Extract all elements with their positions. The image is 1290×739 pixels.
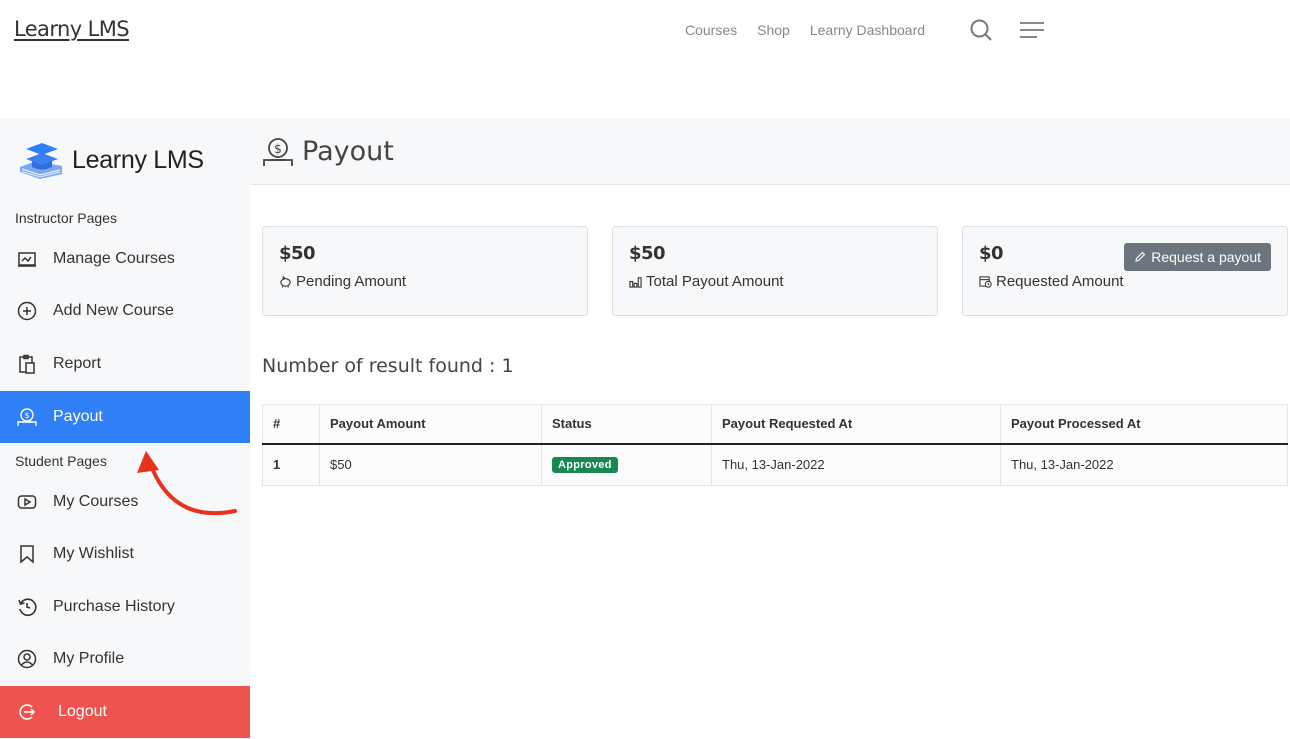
cell-amount: $50 [319, 443, 542, 486]
history-icon [18, 598, 37, 617]
card-label-text: Pending Amount [296, 273, 407, 290]
calendar-clock-icon [979, 276, 992, 288]
card-label-text: Total Payout Amount [646, 273, 784, 290]
column-header-requested-at: Payout Requested At [711, 404, 1001, 445]
nav-link-shop[interactable]: Shop [757, 22, 790, 38]
top-nav: Courses Shop Learny Dashboard [685, 22, 925, 38]
result-count: Number of result found : 1 [262, 355, 514, 377]
top-navbar: Learny LMS Courses Shop Learny Dashboard [0, 0, 1290, 119]
sidebar-item-my-profile[interactable]: My Profile [0, 633, 250, 685]
site-logo-link[interactable]: Learny LMS [14, 17, 130, 41]
sidebar-item-label: My Courses [53, 493, 139, 510]
cell-processed-at: Thu, 13-Jan-2022 [1000, 443, 1288, 486]
sidebar-item-manage-courses[interactable]: Manage Courses [0, 233, 250, 285]
chart-board-icon [18, 252, 36, 267]
page-title: Payout [302, 136, 394, 167]
user-circle-icon [17, 649, 37, 669]
sidebar-item-payout[interactable]: $ Payout [0, 391, 250, 443]
main-content: $ Payout $50 Pending Amount $50 Total Pa… [250, 119, 1290, 739]
graduation-cap-logo-icon [20, 143, 62, 179]
column-header-processed-at: Payout Processed At [1000, 404, 1288, 445]
total-payout-label: Total Payout Amount [629, 273, 921, 290]
piggy-bank-icon [280, 275, 291, 288]
cell-number: 1 [262, 443, 320, 486]
nav-link-courses[interactable]: Courses [685, 22, 737, 38]
sidebar-item-label: Payout [53, 408, 103, 425]
svg-text:$: $ [24, 411, 29, 420]
pending-amount-label: Pending Amount [279, 273, 571, 290]
page-header: $ Payout [250, 119, 1290, 185]
svg-text:$: $ [274, 142, 282, 156]
column-header-payout-amount: Payout Amount [319, 404, 542, 445]
instructor-pages-label: Instructor Pages [15, 210, 117, 226]
status-badge: Approved [552, 457, 618, 474]
sidebar-item-my-wishlist[interactable]: My Wishlist [0, 528, 250, 580]
sidebar-item-label: Report [53, 355, 102, 372]
sidebar: Learny LMS Instructor Pages Manage Cours… [0, 119, 250, 739]
sidebar-item-add-new-course[interactable]: Add New Course [0, 285, 250, 337]
requested-amount-label: Requested Amount [979, 273, 1271, 290]
request-payout-button[interactable]: Request a payout [1124, 243, 1271, 271]
requested-amount-card: $0 Requested Amount Request a payout [962, 226, 1288, 316]
payout-icon: $ [17, 408, 37, 426]
cell-requested-at: Thu, 13-Jan-2022 [711, 443, 1001, 486]
sidebar-item-logout[interactable]: Logout [0, 686, 250, 738]
column-header-status: Status [541, 404, 712, 445]
sidebar-item-label: Add New Course [53, 302, 174, 319]
sidebar-item-report[interactable]: Report [0, 338, 250, 390]
column-header-number: # [262, 404, 320, 445]
play-icon [17, 495, 37, 509]
clipboard-icon [19, 354, 35, 374]
nav-link-dashboard[interactable]: Learny Dashboard [810, 22, 925, 38]
menu-icon[interactable] [1020, 21, 1044, 39]
pending-amount-value: $50 [279, 243, 316, 264]
sidebar-item-label: Logout [58, 703, 107, 720]
pending-amount-card: $50 Pending Amount [262, 226, 588, 316]
sidebar-brand[interactable]: Learny LMS [18, 141, 204, 179]
payout-icon: $ [263, 137, 293, 166]
sidebar-item-my-courses[interactable]: My Courses [0, 476, 250, 528]
sidebar-item-label: Purchase History [53, 598, 175, 615]
total-payout-card: $50 Total Payout Amount [612, 226, 938, 316]
request-payout-label: Request a payout [1151, 249, 1261, 265]
search-icon[interactable] [969, 18, 993, 42]
sidebar-item-purchase-history[interactable]: Purchase History [0, 581, 250, 633]
table-header-row: # Payout Amount Status Payout Requested … [262, 404, 1288, 445]
total-payout-value: $50 [629, 243, 666, 264]
bar-chart-icon [629, 277, 642, 288]
plus-circle-icon [17, 301, 37, 321]
logout-icon [19, 704, 36, 720]
sidebar-brand-text: Learny LMS [72, 145, 204, 174]
payout-table: # Payout Amount Status Payout Requested … [262, 404, 1288, 486]
sidebar-item-label: My Profile [53, 650, 125, 667]
table-row: 1 $50 Approved Thu, 13-Jan-2022 Thu, 13-… [262, 443, 1288, 486]
student-pages-label: Student Pages [15, 453, 107, 469]
sidebar-item-label: Manage Courses [53, 250, 175, 267]
cell-status: Approved [541, 443, 712, 486]
sidebar-item-label: My Wishlist [53, 545, 134, 562]
pencil-icon [1135, 251, 1146, 262]
card-label-text: Requested Amount [996, 273, 1124, 290]
bookmark-icon [20, 545, 34, 564]
